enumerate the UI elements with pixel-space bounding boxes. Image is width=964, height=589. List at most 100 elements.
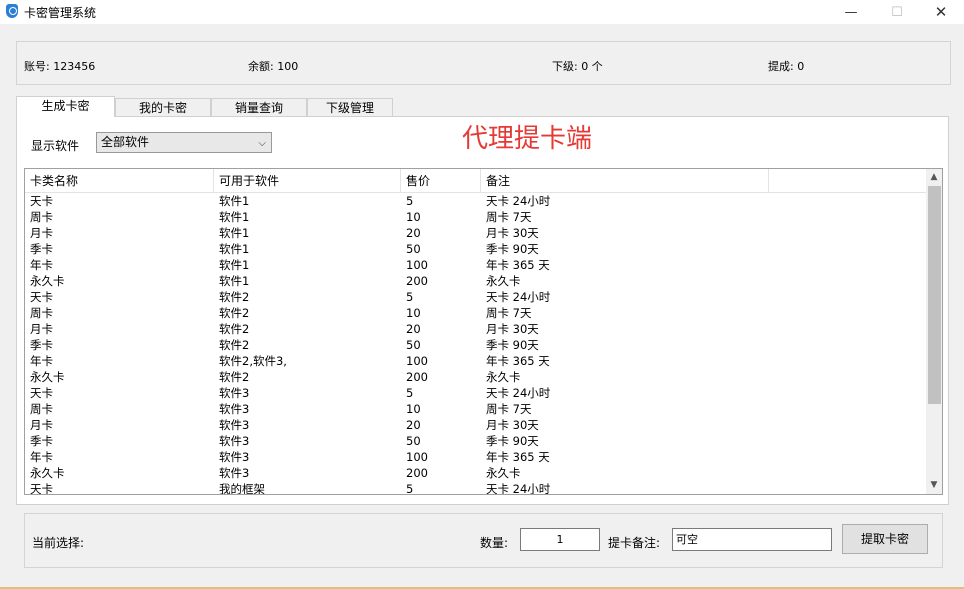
cell-note: 季卡 90天 — [486, 242, 539, 256]
table-row[interactable]: 年卡 软件1 100 年卡 365 天 — [25, 257, 928, 273]
cell-price: 5 — [406, 194, 414, 208]
cell-card-type: 永久卡 — [30, 466, 65, 480]
cell-software: 软件2 — [219, 370, 250, 384]
quantity-input[interactable]: 1 — [520, 528, 600, 551]
cell-software: 软件2,软件3, — [219, 354, 287, 368]
cell-price: 20 — [406, 418, 421, 432]
table-row[interactable]: 天卡 我的框架 5 天卡 24小时 — [25, 481, 928, 495]
cell-note: 周卡 7天 — [486, 402, 532, 416]
scroll-up-arrow-icon[interactable]: ▲ — [926, 169, 942, 186]
cell-software: 软件3 — [219, 450, 250, 464]
table-row[interactable]: 年卡 软件3 100 年卡 365 天 — [25, 449, 928, 465]
cell-note: 年卡 365 天 — [486, 354, 550, 368]
cell-software: 软件3 — [219, 434, 250, 448]
cell-card-type: 季卡 — [30, 242, 53, 256]
cell-price: 50 — [406, 434, 421, 448]
cell-note: 永久卡 — [486, 466, 521, 480]
note-input[interactable]: 可空 — [672, 528, 832, 551]
cell-card-type: 天卡 — [30, 482, 53, 495]
table-row[interactable]: 天卡 软件1 5 天卡 24小时 — [25, 193, 928, 209]
scroll-down-arrow-icon[interactable]: ▼ — [926, 477, 942, 494]
table-row[interactable]: 周卡 软件3 10 周卡 7天 — [25, 401, 928, 417]
table-row[interactable]: 年卡 软件2,软件3, 100 年卡 365 天 — [25, 353, 928, 369]
cell-note: 月卡 30天 — [486, 418, 539, 432]
card-type-list[interactable]: 卡类名称 可用于软件 售价 备注 天卡 软件1 5 天卡 24小时 周卡 软件1 10 周卡 … — [24, 168, 943, 495]
cell-software: 软件2 — [219, 290, 250, 304]
table-row[interactable]: 季卡 软件2 50 季卡 90天 — [25, 337, 928, 353]
vertical-scrollbar[interactable]: ▲ ▼ — [926, 169, 942, 494]
app-shield-icon — [6, 4, 18, 18]
cell-software: 软件1 — [219, 242, 250, 256]
extract-card-button[interactable]: 提取卡密 — [842, 524, 928, 554]
cell-note: 天卡 24小时 — [486, 386, 551, 400]
minimize-button[interactable]: — — [828, 0, 874, 24]
cell-note: 月卡 30天 — [486, 322, 539, 336]
cell-card-type: 年卡 — [30, 258, 53, 272]
subordinate-label: 下级: 0 个 — [552, 60, 603, 73]
cell-price: 10 — [406, 306, 421, 320]
maximize-button[interactable]: ☐ — [874, 0, 920, 24]
cell-price: 100 — [406, 354, 428, 368]
cell-software: 软件2 — [219, 338, 250, 352]
cell-note: 永久卡 — [486, 370, 521, 384]
table-row[interactable]: 月卡 软件3 20 月卡 30天 — [25, 417, 928, 433]
table-row[interactable]: 季卡 软件1 50 季卡 90天 — [25, 241, 928, 257]
table-row[interactable]: 天卡 软件3 5 天卡 24小时 — [25, 385, 928, 401]
cell-price: 5 — [406, 482, 414, 495]
cell-price: 20 — [406, 226, 421, 240]
cell-software: 软件2 — [219, 306, 250, 320]
cell-software: 软件1 — [219, 226, 250, 240]
cell-software: 软件3 — [219, 402, 250, 416]
chevron-down-icon: ⌵ — [258, 138, 266, 149]
table-row[interactable]: 周卡 软件2 10 周卡 7天 — [25, 305, 928, 321]
cell-software: 软件3 — [219, 386, 250, 400]
cell-software: 软件1 — [219, 210, 250, 224]
table-row[interactable]: 永久卡 软件3 200 永久卡 — [25, 465, 928, 481]
cell-software: 软件1 — [219, 274, 250, 288]
cell-note: 季卡 90天 — [486, 338, 539, 352]
table-row[interactable]: 周卡 软件1 10 周卡 7天 — [25, 209, 928, 225]
cell-card-type: 天卡 — [30, 290, 53, 304]
cell-note: 月卡 30天 — [486, 226, 539, 240]
cell-card-type: 周卡 — [30, 306, 53, 320]
cell-software: 软件3 — [219, 418, 250, 432]
cell-card-type: 季卡 — [30, 338, 53, 352]
table-row[interactable]: 月卡 软件1 20 月卡 30天 — [25, 225, 928, 241]
cell-note: 永久卡 — [486, 274, 521, 288]
tab-generate-card[interactable]: 生成卡密 — [16, 96, 115, 117]
list-body: 天卡 软件1 5 天卡 24小时 周卡 软件1 10 周卡 7天 月卡 软件1 20 月卡 30天 季卡… — [25, 193, 928, 495]
column-header-note[interactable]: 备注 — [481, 169, 769, 193]
cell-price: 10 — [406, 210, 421, 224]
scroll-thumb[interactable] — [928, 186, 941, 404]
software-filter-value: 全部软件 — [101, 135, 150, 149]
table-row[interactable]: 永久卡 软件1 200 永久卡 — [25, 273, 928, 289]
table-row[interactable]: 永久卡 软件2 200 永久卡 — [25, 369, 928, 385]
cell-card-type: 月卡 — [30, 226, 53, 240]
cell-note: 天卡 24小时 — [486, 290, 551, 304]
column-header-software[interactable]: 可用于软件 — [214, 169, 401, 193]
current-selection-label: 当前选择: — [32, 536, 85, 550]
tab-sales-query[interactable]: 销量查询 — [211, 98, 307, 117]
table-row[interactable]: 季卡 软件3 50 季卡 90天 — [25, 433, 928, 449]
note-label: 提卡备注: — [608, 536, 661, 550]
cell-note: 天卡 24小时 — [486, 482, 551, 495]
column-header-card-type[interactable]: 卡类名称 — [25, 169, 214, 193]
table-row[interactable]: 月卡 软件2 20 月卡 30天 — [25, 321, 928, 337]
tab-subordinate-management[interactable]: 下级管理 — [307, 98, 393, 117]
window-title: 卡密管理系统 — [24, 6, 97, 20]
cell-card-type: 永久卡 — [30, 274, 65, 288]
table-row[interactable]: 天卡 软件2 5 天卡 24小时 — [25, 289, 928, 305]
cell-price: 200 — [406, 370, 428, 384]
cell-card-type: 天卡 — [30, 386, 53, 400]
tab-my-cards[interactable]: 我的卡密 — [115, 98, 211, 117]
cell-software: 我的框架 — [219, 482, 265, 495]
cell-software: 软件3 — [219, 466, 250, 480]
cell-note: 周卡 7天 — [486, 210, 532, 224]
close-button[interactable]: ✕ — [918, 0, 964, 24]
software-filter-select[interactable]: 全部软件 ⌵ — [96, 132, 272, 153]
cell-card-type: 季卡 — [30, 434, 53, 448]
cell-software: 软件1 — [219, 258, 250, 272]
column-header-price[interactable]: 售价 — [401, 169, 481, 193]
balance-label: 余额: 100 — [248, 60, 299, 73]
cell-price: 10 — [406, 402, 421, 416]
